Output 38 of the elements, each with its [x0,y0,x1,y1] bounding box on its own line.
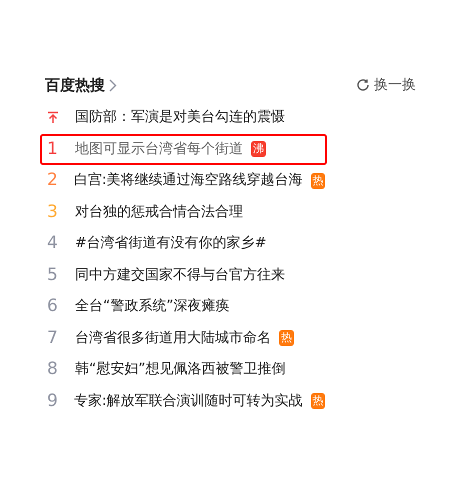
hot-search-item[interactable]: 5 同中方建交国家不得与台官方往来 [40,260,327,291]
item-title[interactable]: #台湾省街道有没有你的家乡# [75,233,266,254]
rank-number: 5 [47,264,59,286]
item-title[interactable]: 白宫:美将继续通过海空路线穿越台海 [74,170,303,192]
item-title[interactable]: 对台独的惩戒合情合法合理 [75,202,243,223]
hot-badge: 热 [310,393,325,410]
chevron-right-icon[interactable] [109,78,117,92]
rank-number: 6 [47,295,59,318]
rank-number: 8 [47,358,59,381]
item-title[interactable]: 韩“慰安妇”想见佩洛西被警卫推倒 [75,359,286,380]
hot-search-item[interactable]: 1 地图可显示台湾省每个街道 沸 [40,134,327,165]
rank-number: 7 [47,326,59,350]
hot-badge: 热 [310,172,325,189]
hot-search-item[interactable]: 3 对台独的惩戒合情合法合理 [40,196,327,228]
hot-search-item[interactable]: 2 白宫:美将继续通过海空路线穿越台海 热 [40,165,327,196]
item-title[interactable]: 台湾省很多街道用大陆城市命名 [75,328,271,349]
rank-number: 4 [47,232,59,255]
refresh-button[interactable]: 换一换 [356,74,416,96]
hot-search-item[interactable]: 6 全台“警政系统”深夜瘫痪 [40,291,327,322]
pin-top-icon [47,111,59,124]
hot-search-item[interactable]: 8 韩“慰安妇”想见佩洛西被警卫推倒 [40,354,327,386]
refresh-icon [356,78,370,92]
item-title[interactable]: 国防部：军演是对美台勾连的震慑 [75,107,285,128]
rank-number: 3 [47,200,59,224]
rank-number: 1 [47,138,59,160]
item-title[interactable]: 地图可显示台湾省每个街道 [75,138,243,160]
hot-search-item[interactable]: 4 #台湾省街道有没有你的家乡# [40,228,327,260]
hot-badge: 沸 [251,141,266,158]
item-title[interactable]: 全台“警政系统”深夜瘫痪 [75,296,230,318]
item-title[interactable]: 专家:解放军联合演训随时可转为实战 [74,390,303,412]
hot-badge: 热 [279,330,294,346]
section-title[interactable]: 百度热搜 [45,74,105,96]
rank-number: 9 [47,390,59,412]
hot-search-item[interactable]: 9 专家:解放军联合演训随时可转为实战 热 [40,386,327,417]
hot-search-item[interactable]: 7 台湾省很多街道用大陆城市命名 热 [40,322,327,354]
hot-search-item[interactable]: 国防部：军演是对美台勾连的震慑 [40,102,327,134]
rank-number: 2 [47,169,59,192]
item-title[interactable]: 同中方建交国家不得与台官方往来 [75,264,285,286]
